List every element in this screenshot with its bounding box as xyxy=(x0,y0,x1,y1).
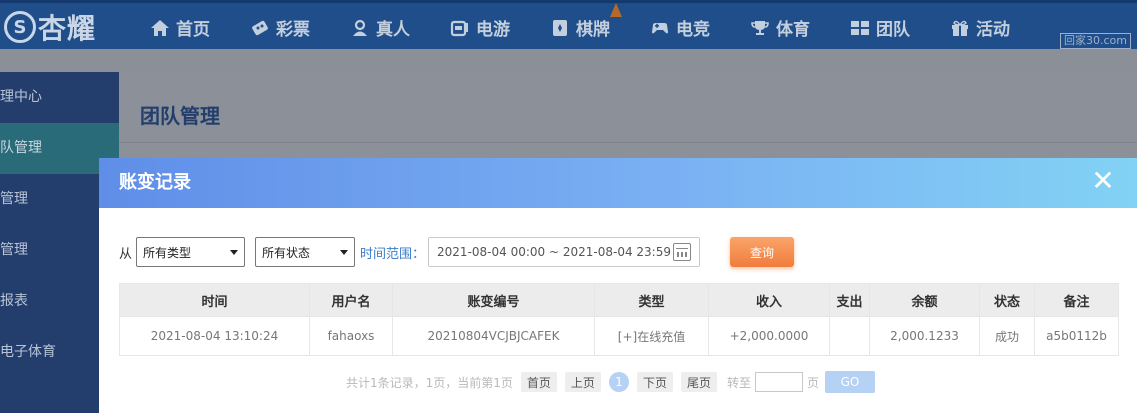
status-select-value: 所有状态 xyxy=(262,245,311,260)
col-income: 收入 xyxy=(708,283,830,317)
cell-type: [+]在线充值 xyxy=(594,316,709,356)
transaction-records-modal: 账变记录 ✕ 从 所有类型 所有状态 时间范围： 2021-08-04 00:0… xyxy=(99,158,1137,413)
brand-logo[interactable]: S 杏耀 xyxy=(4,9,96,45)
nav-item-esports[interactable]: 电竞 xyxy=(650,15,710,40)
type-select[interactable]: 所有类型 xyxy=(136,237,246,267)
pagination: 共计1条记录，1页，当前第1页 首页 上页 1 下页 尾页 转至 页 GO xyxy=(346,371,875,393)
modal-header: 账变记录 ✕ xyxy=(99,158,1137,208)
slot-icon xyxy=(450,20,468,36)
lottery-icon xyxy=(252,20,268,35)
live-dealer-icon xyxy=(353,19,367,36)
current-page-number[interactable]: 1 xyxy=(608,372,629,392)
nav-item-label: 体育 xyxy=(776,20,810,40)
nav-item-label: 活动 xyxy=(976,20,1010,40)
cell-time: 2021-08-04 13:10:24 xyxy=(119,316,310,356)
status-select[interactable]: 所有状态 xyxy=(255,237,356,267)
nav-item-label: 团队 xyxy=(876,20,910,40)
nav-item-home[interactable]: 首页 xyxy=(150,15,210,40)
col-transaction-id: 账变编号 xyxy=(392,283,595,317)
gamepad-icon xyxy=(652,22,668,33)
page-title: 团队管理 xyxy=(140,104,220,128)
calendar-icon[interactable] xyxy=(673,243,692,261)
nav-item-label: 棋牌 xyxy=(576,20,610,40)
last-page-button[interactable]: 尾页 xyxy=(680,372,717,392)
nav-item-label: 电竞 xyxy=(676,20,710,40)
nav-item-sports[interactable]: 体育 xyxy=(750,15,810,40)
col-username: 用户名 xyxy=(309,283,393,317)
modal-title: 账变记录 xyxy=(119,172,191,193)
cell-expense xyxy=(829,316,870,356)
pager-summary: 共计1条记录，1页，当前第1页 xyxy=(346,375,513,390)
close-icon[interactable]: ✕ xyxy=(1091,167,1115,195)
prev-page-button[interactable]: 上页 xyxy=(564,372,601,392)
nav-item-cards[interactable]: 棋牌 xyxy=(550,3,622,40)
page-unit-label: 页 xyxy=(806,375,819,390)
nav-item-promotions[interactable]: 活动 xyxy=(950,15,1010,40)
first-page-button[interactable]: 首页 xyxy=(520,372,557,392)
nav-item-label: 首页 xyxy=(176,20,210,40)
table-row: 2021-08-04 13:10:24 fahaoxs 20210804VCJB… xyxy=(119,316,1119,356)
chevron-down-icon xyxy=(230,249,239,255)
cell-username: fahaoxs xyxy=(309,316,393,356)
query-button[interactable]: 查询 xyxy=(730,237,795,267)
goto-label: 转至 xyxy=(726,375,751,390)
nav-item-lottery[interactable]: 彩票 xyxy=(250,15,310,40)
nav-item-label: 真人 xyxy=(376,20,410,40)
trophy-icon xyxy=(751,20,769,35)
team-icon xyxy=(851,20,869,35)
logo-mark-icon: S xyxy=(4,11,36,43)
cards-icon xyxy=(553,19,567,36)
nav-item-label: 彩票 xyxy=(276,20,310,40)
col-remark: 备注 xyxy=(1034,283,1119,317)
cell-status: 成功 xyxy=(979,316,1035,356)
nav-item-label: 电游 xyxy=(476,20,510,40)
hot-badge-icon xyxy=(610,3,622,17)
date-range-value: 2021-08-04 00:00 ~ 2021-08-04 23:59 xyxy=(437,245,671,259)
records-table: 时间 用户名 账变编号 类型 收入 支出 余额 状态 备注 2021-08-04… xyxy=(119,283,1119,356)
type-select-value: 所有类型 xyxy=(143,245,192,260)
cell-income: +2,000.0000 xyxy=(708,316,830,356)
col-expense: 支出 xyxy=(829,283,870,317)
cell-balance: 2,000.1233 xyxy=(869,316,980,356)
go-button[interactable]: GO xyxy=(825,371,875,393)
main-nav: 首页 彩票 真人 电游 棋牌 电竞 体育 团队 活动 xyxy=(150,3,1050,52)
col-time: 时间 xyxy=(119,283,310,317)
col-type: 类型 xyxy=(594,283,709,317)
nav-item-slots[interactable]: 电游 xyxy=(450,15,510,40)
chevron-down-icon xyxy=(340,249,349,255)
next-page-button[interactable]: 下页 xyxy=(636,372,673,392)
from-label: 从 xyxy=(119,246,133,262)
home-icon xyxy=(151,19,169,36)
table-header-row: 时间 用户名 账变编号 类型 收入 支出 余额 状态 备注 xyxy=(119,283,1119,317)
watermark-text: 回家30.com xyxy=(1060,33,1131,49)
nav-item-live[interactable]: 真人 xyxy=(350,15,410,40)
col-status: 状态 xyxy=(979,283,1035,317)
nav-item-team[interactable]: 团队 xyxy=(850,15,910,40)
date-range-input[interactable]: 2021-08-04 00:00 ~ 2021-08-04 23:59 xyxy=(428,237,701,267)
cell-remark: a5b0112b xyxy=(1034,316,1119,356)
top-nav-bar: S 杏耀 首页 彩票 真人 电游 棋牌 电竞 体育 团队 活动 回家30.com xyxy=(0,0,1137,49)
filter-bar: 从 所有类型 所有状态 时间范围： 2021-08-04 00:00 ~ 202… xyxy=(119,236,795,268)
col-balance: 余额 xyxy=(869,283,980,317)
sidebar-item-center[interactable]: 理中心 xyxy=(0,72,119,123)
time-range-label: 时间范围： xyxy=(360,246,426,262)
goto-page-input[interactable] xyxy=(754,372,803,392)
cell-transaction-id: 20210804VCJBJCAFEK xyxy=(392,316,595,356)
title-divider xyxy=(119,142,1137,143)
logo-text: 杏耀 xyxy=(38,12,97,45)
gift-icon xyxy=(952,20,968,36)
